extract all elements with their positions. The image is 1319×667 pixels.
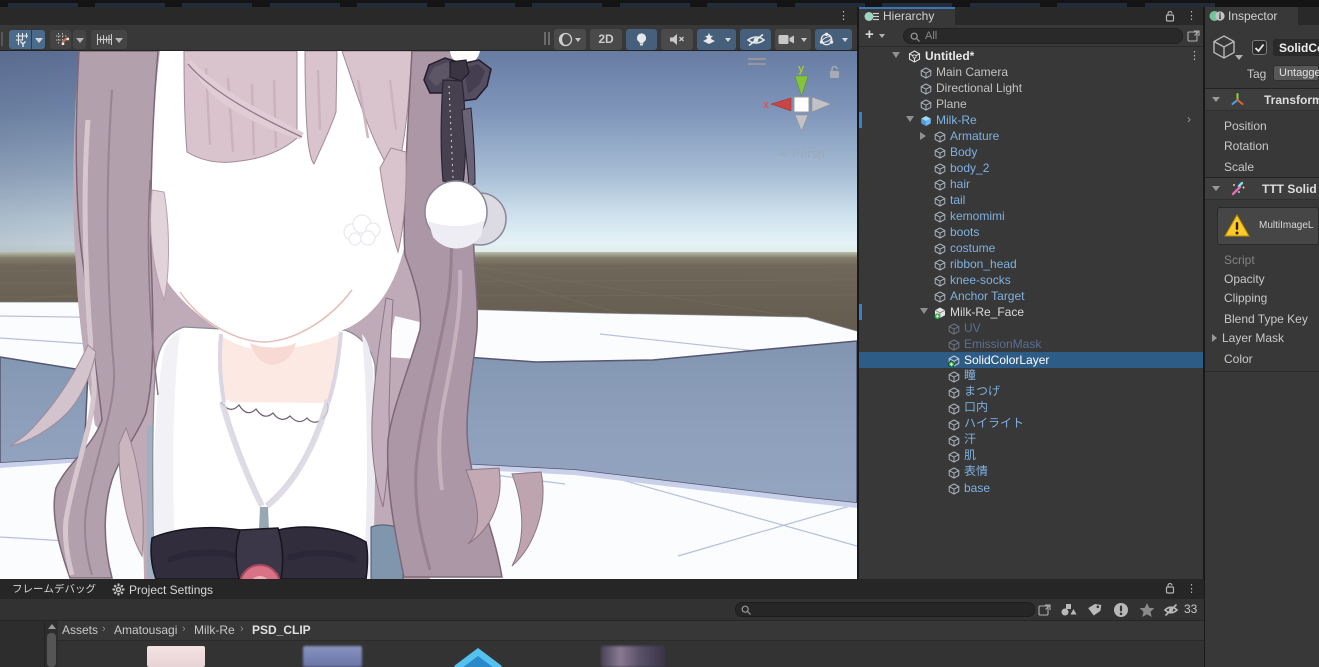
svg-text:⋖ Persp: ⋖ Persp — [778, 147, 825, 161]
svg-text:y: y — [798, 63, 805, 75]
svg-text:x: x — [763, 99, 770, 111]
